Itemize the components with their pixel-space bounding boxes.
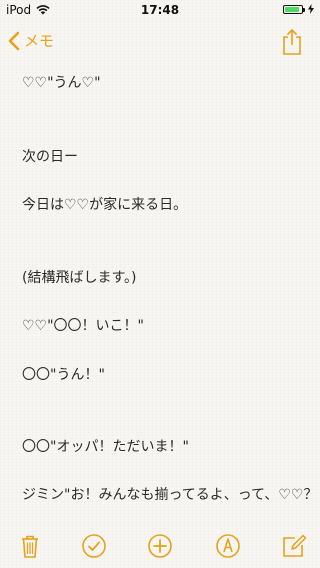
note-line: ♡♡"うん♡": [22, 75, 101, 91]
note-line: (結構飛ばします。): [22, 270, 137, 286]
share-button[interactable]: [280, 28, 304, 56]
note-body[interactable]: ♡♡"うん♡" 次の日ー 今日は♡♡が家に来る日。 (結構飛ばします。) ♡♡"…: [0, 64, 320, 524]
share-icon: [280, 28, 304, 56]
compose-button[interactable]: [280, 532, 308, 560]
battery-level: [285, 6, 300, 12]
add-icon: [146, 532, 174, 560]
navigation-bar: メモ: [0, 20, 320, 64]
note-line: 〇〇"オッパ！ただいま！": [22, 439, 189, 455]
compose-icon: [280, 532, 308, 560]
markup-button[interactable]: [214, 532, 242, 560]
note-line: ♡♡"〇〇！いこ！": [22, 318, 144, 334]
delete-button[interactable]: [16, 532, 44, 560]
status-right: [283, 4, 314, 14]
trash-icon: [16, 532, 44, 560]
status-bar: iPod 17:48: [0, 0, 320, 20]
back-button-label: メモ: [24, 32, 55, 50]
status-time: 17:48: [140, 3, 180, 17]
note-line: ジミン"お！みんなも揃ってるよ、って、♡♡？！": [22, 487, 320, 503]
checklist-button[interactable]: [80, 532, 108, 560]
note-line: 〇〇"うん！": [22, 367, 105, 383]
chevron-left-icon: [8, 31, 20, 51]
bottom-toolbar: [0, 524, 320, 568]
checklist-icon: [80, 532, 108, 560]
add-button[interactable]: [146, 532, 174, 560]
back-button[interactable]: メモ: [8, 30, 54, 51]
battery-icon: [283, 4, 305, 14]
note-line: 今日は♡♡が家に来る日。: [22, 197, 188, 213]
charging-bolt-icon: [308, 4, 314, 14]
markup-icon: [214, 532, 242, 560]
note-line: 次の日ー: [22, 149, 78, 165]
